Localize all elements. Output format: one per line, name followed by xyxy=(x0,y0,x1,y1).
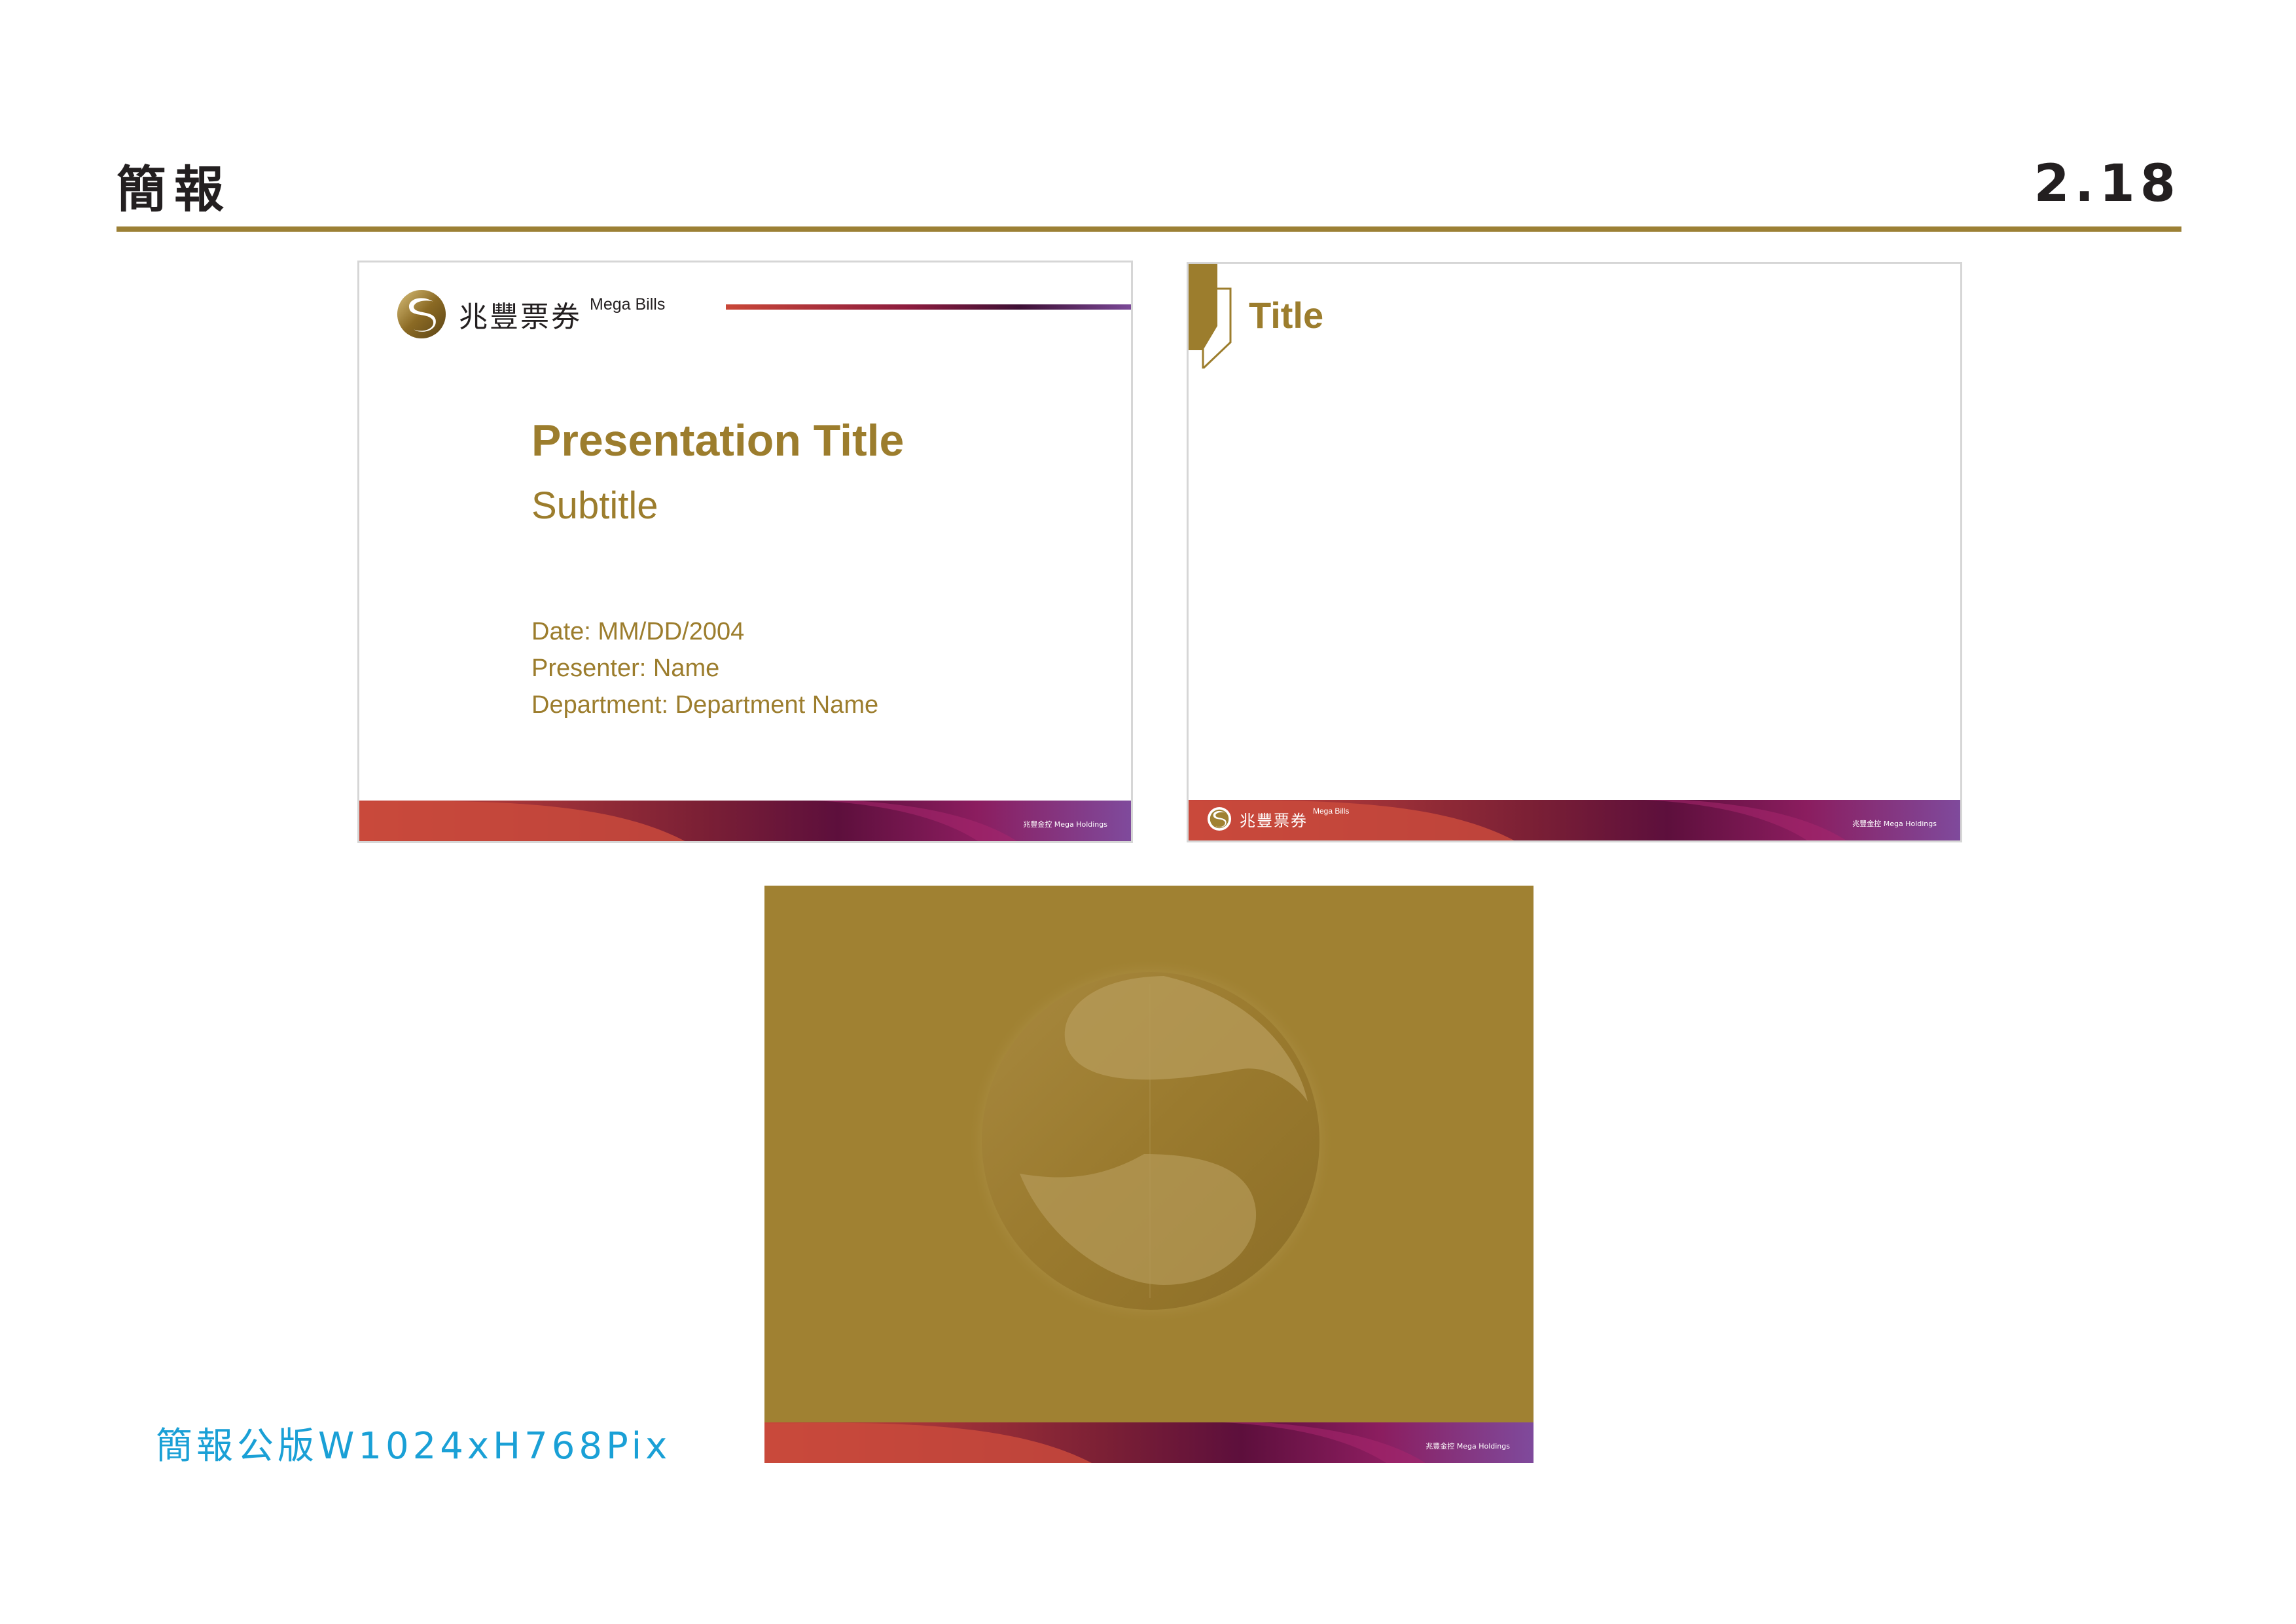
footer-band: 兆豐票券 Mega Bills 兆豐金控 Mega Holdings xyxy=(1189,800,1960,840)
presentation-date: Date: MM/DD/2004 xyxy=(531,618,745,645)
footer-band: 兆豐金控 Mega Holdings xyxy=(359,801,1131,841)
presentation-presenter: Presenter: Name xyxy=(531,655,720,682)
presentation-subtitle: Subtitle xyxy=(531,484,658,527)
background-slide-template: 兆豐金控 Mega Holdings xyxy=(764,886,1534,1463)
cover-slide-template: 兆豐票券 Mega Bills Presentation Title Subti… xyxy=(357,261,1133,843)
brand-logo: 兆豐票券 Mega Bills xyxy=(396,289,665,340)
brand-name-en: Mega Bills xyxy=(590,295,666,314)
emblem-watermark-icon xyxy=(967,958,1334,1324)
cover-gradient-rule xyxy=(726,304,1131,310)
footer-brand-logo: 兆豐票券 Mega Bills xyxy=(1207,806,1349,831)
title-tab-icon xyxy=(1189,264,1232,369)
brand-name-en: Mega Bills xyxy=(1313,806,1350,816)
brand-name-zh: 兆豐票券 xyxy=(1240,811,1308,830)
brand-name-zh: 兆豐票券 xyxy=(459,300,582,334)
holdings-label: 兆豐金控 Mega Holdings xyxy=(1426,1442,1510,1451)
header-rule xyxy=(117,226,2181,232)
page-number: 2.18 xyxy=(2034,154,2181,213)
slide-title: Title xyxy=(1249,295,1324,336)
presentation-department: Department: Department Name xyxy=(531,691,879,719)
template-caption: 簡報公版W1024xH768Pix xyxy=(156,1425,672,1468)
content-slide-template: Title 兆豐票券 Mega Bills 兆豐金控 Mega Holdings xyxy=(1187,262,1962,842)
presentation-info: Date: MM/DD/2004 Presenter: Name Departm… xyxy=(531,613,878,723)
brand-logo-icon xyxy=(1207,806,1232,831)
footer-band: 兆豐金控 Mega Holdings xyxy=(764,1422,1534,1463)
holdings-label: 兆豐金控 Mega Holdings xyxy=(1023,820,1107,829)
presentation-title: Presentation Title xyxy=(531,416,905,465)
brand-logo-icon xyxy=(397,289,446,339)
holdings-label: 兆豐金控 Mega Holdings xyxy=(1852,820,1937,828)
page-title: 簡報 xyxy=(117,160,232,219)
